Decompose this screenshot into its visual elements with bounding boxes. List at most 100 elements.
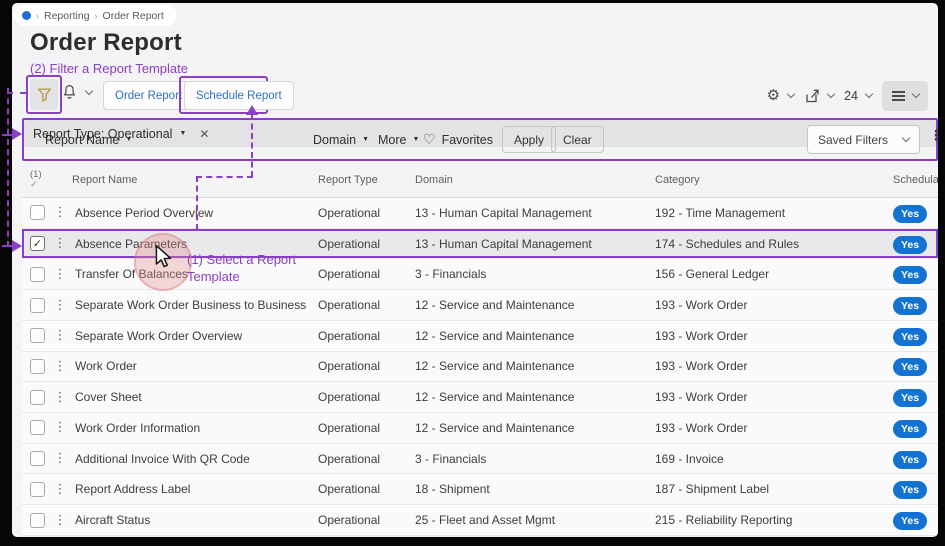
column-header-schedulable[interactable]: Schedulable	[893, 174, 938, 186]
row-checkbox[interactable]: ✓	[30, 451, 45, 466]
cell-category: 193 - Work Order	[655, 390, 893, 404]
breadcrumb-separator-icon: ›	[95, 11, 98, 21]
breadcrumb: › Reporting › Order Report	[14, 5, 177, 26]
cell-category: 174 - Schedules and Rules	[655, 237, 893, 251]
page-title: Order Report	[30, 29, 182, 57]
cell-report-name: Separate Work Order Overview	[72, 329, 318, 343]
breadcrumb-page[interactable]: Order Report	[103, 10, 164, 22]
cell-report-type: Operational	[318, 390, 415, 404]
table-row[interactable]: ✓ ⋮ Separate Work Order Business to Busi…	[22, 290, 938, 321]
schedulable-badge: Yes	[893, 297, 927, 315]
row-menu-icon[interactable]: ⋮	[48, 513, 72, 528]
gear-icon: ⚙	[767, 88, 780, 103]
chevron-down-icon	[787, 90, 795, 98]
row-menu-icon[interactable]: ⋮	[48, 359, 72, 374]
row-checkbox[interactable]: ✓	[30, 390, 45, 405]
row-menu-icon[interactable]: ⋮	[48, 420, 72, 435]
selection-count-header[interactable]: (1) ✓	[22, 170, 72, 190]
column-header-report-name[interactable]: Report Name	[72, 174, 318, 186]
cell-category: 187 - Shipment Label	[655, 482, 893, 496]
row-menu-icon[interactable]: ⋮	[48, 205, 72, 220]
clear-button[interactable]: Clear	[551, 126, 604, 153]
table-row[interactable]: ✓ ⋮ Transfer Of Balances Operational 3 -…	[22, 259, 938, 290]
cell-category: 192 - Time Management	[655, 206, 893, 220]
annotation-dashed-line	[2, 245, 12, 247]
row-checkbox[interactable]: ✓	[30, 420, 45, 435]
cell-category: 215 - Reliability Reporting	[655, 513, 893, 527]
export-control[interactable]	[804, 88, 834, 104]
select-all-check-icon: ✓	[30, 180, 72, 190]
table-row[interactable]: ✓ ⋮ Separate Work Order Overview Operati…	[22, 321, 938, 352]
order-report-button[interactable]: Order Report	[103, 81, 194, 110]
table-row[interactable]: ✓ ⋮ Additional Invoice With QR Code Oper…	[22, 444, 938, 475]
row-menu-icon[interactable]: ⋮	[48, 267, 72, 282]
filter-more-dropdown[interactable]: More ▼	[378, 120, 419, 159]
bell-icon	[62, 84, 77, 101]
row-checkbox[interactable]: ✓	[30, 482, 45, 497]
row-checkbox[interactable]: ✓	[30, 267, 45, 282]
row-menu-icon[interactable]: ⋮	[48, 390, 72, 405]
schedulable-badge: Yes	[893, 481, 927, 499]
filter-report-name-label: Report Name	[45, 133, 119, 147]
row-checkbox[interactable]: ✓	[30, 513, 45, 528]
chevron-down-icon	[827, 90, 835, 98]
table-row[interactable]: ✓ ⋮ Cover Sheet Operational 12 - Service…	[22, 382, 938, 413]
column-header-category[interactable]: Category	[655, 174, 893, 186]
favorites-toggle[interactable]: ♡ Favorites	[423, 120, 493, 159]
chip-remove-icon[interactable]: ✕	[199, 127, 209, 141]
filter-button[interactable]	[30, 79, 58, 110]
cell-report-type: Operational	[318, 359, 415, 373]
cell-category: 193 - Work Order	[655, 421, 893, 435]
table-row[interactable]: ✓ ⋮ Report Address Label Operational 18 …	[22, 474, 938, 505]
chevron-down-icon	[85, 87, 93, 95]
schedulable-badge: Yes	[893, 328, 927, 346]
table-row[interactable]: ✓ ⋮ Work Order Information Operational 1…	[22, 413, 938, 444]
app-window: › Reporting › Order Report Order Report …	[12, 3, 938, 537]
filter-domain-dropdown[interactable]: Domain ▼	[313, 120, 369, 159]
annotation-dashed-line	[7, 88, 9, 247]
row-checkbox[interactable]: ✓	[30, 359, 45, 374]
filter-report-name-dropdown[interactable]: Report Name ▼	[45, 120, 132, 159]
list-view-icon	[892, 91, 905, 101]
table-row[interactable]: ✓ ⋮ Aircraft Status Operational 25 - Fle…	[22, 505, 938, 536]
schedule-report-button[interactable]: Schedule Report	[184, 81, 294, 110]
saved-filters-select[interactable]: Saved Filters	[807, 125, 920, 154]
row-menu-icon[interactable]: ⋮	[48, 482, 72, 497]
cell-report-name: Transfer Of Balances	[72, 267, 318, 281]
table-body: ✓ ⋮ Absence Period Overview Operational …	[22, 198, 938, 536]
column-header-domain[interactable]: Domain	[415, 174, 655, 186]
row-checkbox[interactable]: ✓	[30, 236, 45, 251]
page-size-value: 24	[844, 89, 858, 103]
settings-control[interactable]: ⚙	[767, 88, 794, 103]
row-menu-icon[interactable]: ⋮	[48, 236, 72, 251]
cell-domain: 12 - Service and Maintenance	[415, 298, 655, 312]
row-checkbox[interactable]: ✓	[30, 298, 45, 313]
schedulable-badge: Yes	[893, 389, 927, 407]
app-indicator-dot-icon	[22, 11, 31, 20]
selection-count-value: (1)	[30, 170, 72, 180]
saved-filters-label: Saved Filters	[818, 133, 888, 147]
table-row[interactable]: ✓ ⋮ Absence Period Overview Operational …	[22, 198, 938, 229]
cell-domain: 13 - Human Capital Management	[415, 206, 655, 220]
heart-icon: ♡	[423, 132, 436, 148]
filter-bar-menu-icon[interactable]: ⋮	[929, 128, 938, 144]
cell-category: 169 - Invoice	[655, 452, 893, 466]
view-switcher-button[interactable]	[882, 81, 928, 111]
filter-more-label: More	[378, 133, 406, 147]
breadcrumb-section[interactable]: Reporting	[44, 10, 90, 22]
row-menu-icon[interactable]: ⋮	[48, 298, 72, 313]
table-row[interactable]: ✓ ⋮ Absence Parameters Operational 13 - …	[22, 229, 938, 260]
screenshot-frame: › Reporting › Order Report Order Report …	[0, 0, 945, 546]
cell-report-name: Absence Period Overview	[72, 206, 318, 220]
column-header-report-type[interactable]: Report Type	[318, 174, 415, 186]
row-menu-icon[interactable]: ⋮	[48, 451, 72, 466]
row-checkbox[interactable]: ✓	[30, 328, 45, 343]
table-row[interactable]: ✓ ⋮ Work Order Operational 12 - Service …	[22, 352, 938, 383]
row-menu-icon[interactable]: ⋮	[48, 328, 72, 343]
page-size-control[interactable]: 24	[844, 89, 872, 103]
row-checkbox[interactable]: ✓	[30, 205, 45, 220]
filter-bar: Report Name ▼ Report Type: Operational ▼…	[22, 118, 938, 161]
apply-button[interactable]: Apply	[502, 126, 556, 153]
notifications-control[interactable]	[62, 84, 92, 101]
schedulable-badge: Yes	[893, 266, 927, 284]
